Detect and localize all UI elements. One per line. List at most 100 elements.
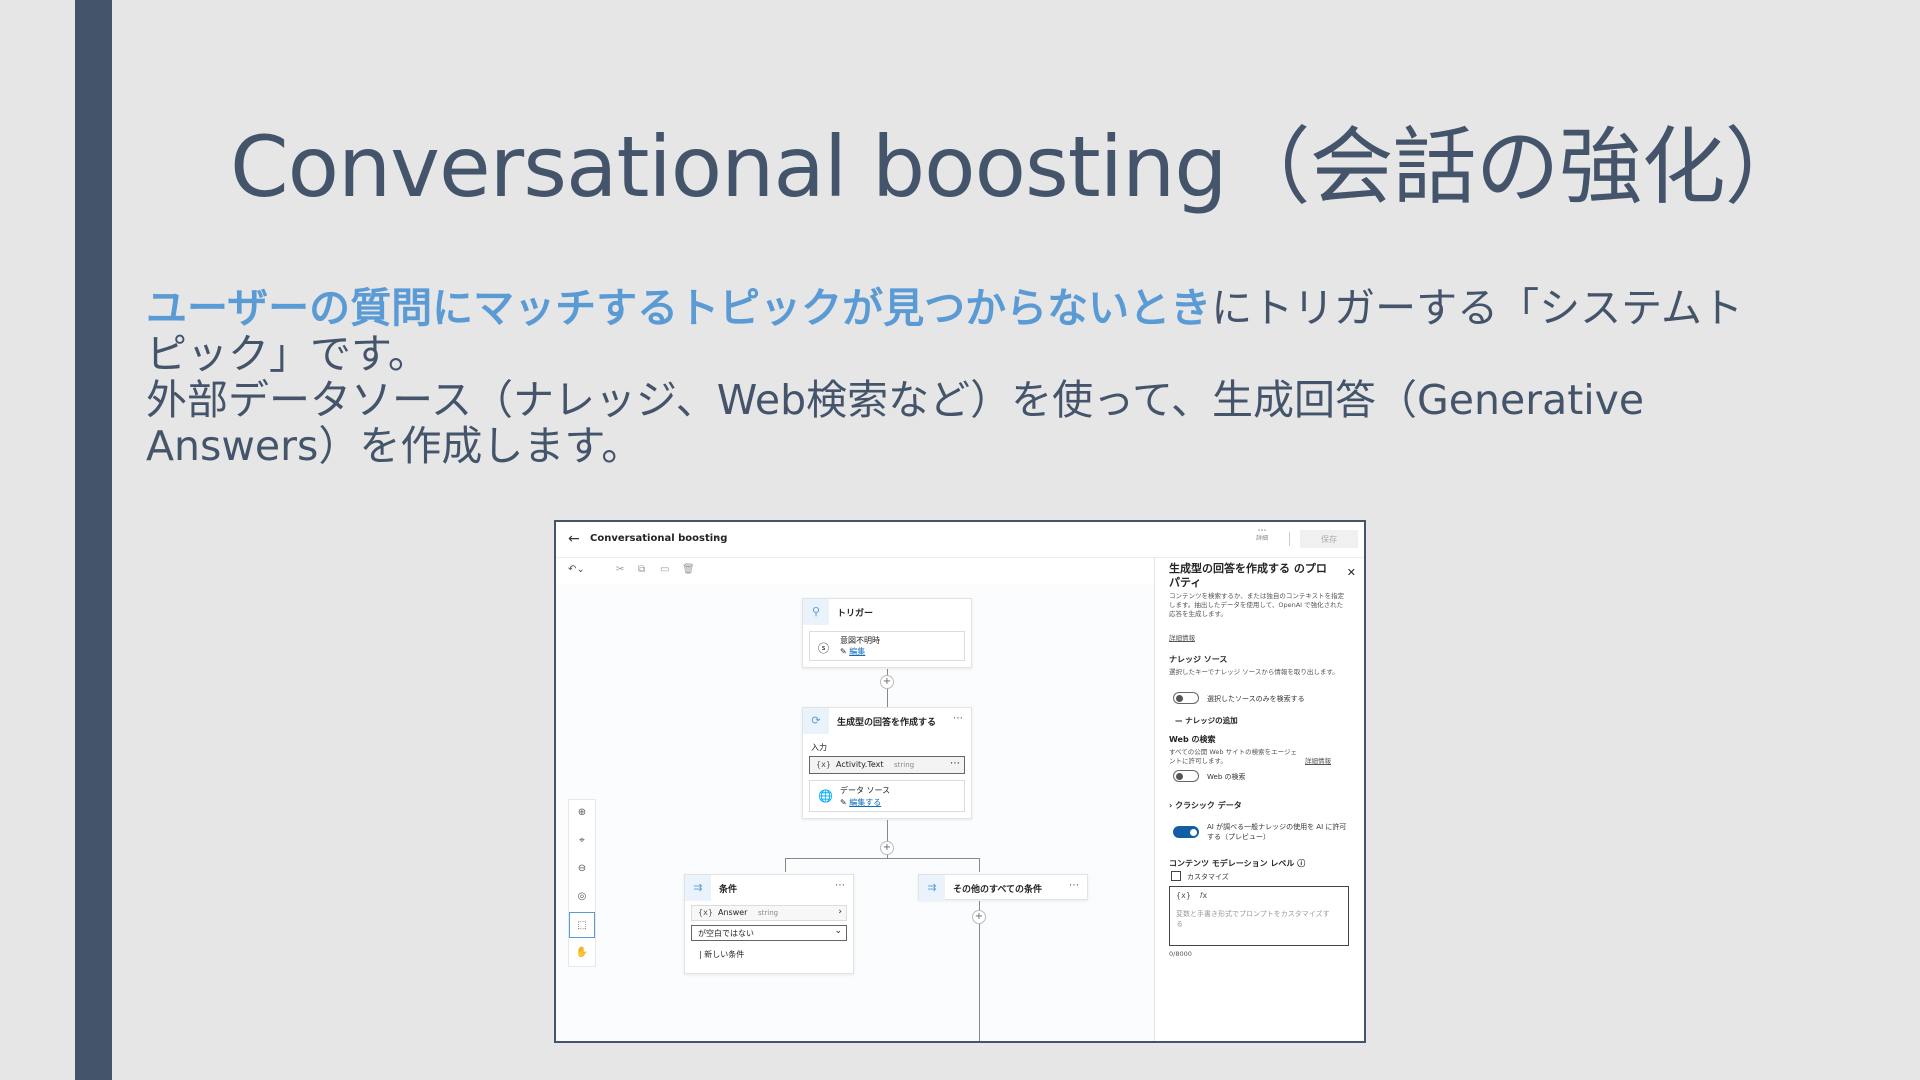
body-line-1: ユーザーの質問にマッチするトピックが見つからないときにトリガーする「システムトピ… <box>146 285 1746 377</box>
trigger-node[interactable]: ⚲ トリガー ⓢ 意図不明時 ✎ 編集 <box>802 598 972 668</box>
knowledge-only-toggle[interactable] <box>1173 692 1199 704</box>
trigger-node-header: ⚲ トリガー <box>803 599 971 625</box>
add-knowledge-button[interactable]: — ナレッジの追加 <box>1169 712 1259 730</box>
app-header: ← Conversational boosting ⌄ ⋯ 詳細 保存 <box>556 522 1364 558</box>
new-condition-button[interactable]: | 新しい条件 <box>699 949 744 960</box>
more-options-button[interactable]: ⋯ 詳細 <box>1256 527 1268 543</box>
input-var-name: Activity.Text <box>836 760 884 769</box>
trigger-icon: ⚲ <box>803 599 829 625</box>
trigger-node-title: トリガー <box>837 609 874 619</box>
select-tool-icon[interactable]: ⬚ <box>569 912 595 938</box>
custom-prompt-box[interactable]: {x} 𝑓x 変数と手書き形式でプロンプトをカスタマイズする <box>1169 886 1349 946</box>
operator-value: が空白ではない <box>698 929 754 938</box>
condition-node-header: ⇉ 条件 ⋯ <box>685 875 853 901</box>
moderation-heading: コンテンツ モデレーション レベル ⓘ <box>1169 858 1305 869</box>
paste-icon[interactable]: ▭ <box>660 564 669 575</box>
other-node-header: ⇉ その他のすべての条件 ⋯ <box>919 875 1087 901</box>
web-search-description: すべての公開 Web サイトの検索をエージェントに許可します。 <box>1169 748 1297 765</box>
other-conditions-node[interactable]: ⇉ その他のすべての条件 ⋯ <box>918 874 1088 901</box>
chevron-right-icon: › <box>838 907 842 917</box>
classic-data-label: クラシック データ <box>1175 801 1242 810</box>
more-label: 詳細 <box>1255 535 1268 542</box>
save-button[interactable]: 保存 <box>1300 530 1358 548</box>
knowledge-description: 選択したキーでナレッジ ソースから情報を取り出します。 <box>1169 668 1339 676</box>
ai-toggle-label: AI が調べる一般ナレッジの使用を AI に許可する（プレビュー） <box>1207 823 1347 841</box>
variable-icon[interactable]: {x} <box>1176 891 1191 900</box>
variable-icon: {x} <box>698 908 713 917</box>
refresh-icon: ⟳ <box>803 708 829 734</box>
datasource-edit-text[interactable]: 編集する <box>849 798 881 807</box>
condition-icon: ⇉ <box>919 875 945 901</box>
pan-hand-icon[interactable]: ✋ <box>569 940 595 966</box>
trigger-item[interactable]: ⓢ 意図不明時 ✎ 編集 <box>809 631 965 661</box>
other-more-icon[interactable]: ⋯ <box>1069 880 1079 891</box>
condition-node[interactable]: ⇉ 条件 ⋯ {x} Answer string › が空白ではない ⌄ | 新… <box>684 874 854 974</box>
gen-node-title: 生成型の回答を作成する <box>837 718 937 728</box>
panel-title: 生成型の回答を作成する のプロパティ <box>1169 562 1327 589</box>
customize-label: カスタマイズ <box>1187 873 1229 881</box>
zoom-in-icon[interactable]: ⊕ <box>569 800 595 826</box>
knowledge-toggle-label: 選択したソースのみを検索する <box>1207 695 1305 703</box>
recenter-icon[interactable]: ⌖ <box>569 828 595 854</box>
zoom-out-icon[interactable]: ⊖ <box>569 856 595 882</box>
web-search-toggle[interactable] <box>1173 770 1199 782</box>
canvas-toolbar: ↶⌄ ✂ ⧉ ▭ 🗑 <box>556 558 1154 584</box>
branch-line-right <box>979 858 980 872</box>
cut-icon[interactable]: ✂ <box>616 564 624 575</box>
operator-select[interactable]: が空白ではない ⌄ <box>691 925 847 941</box>
copy-icon[interactable]: ⧉ <box>638 564 645 575</box>
datasource-edit[interactable]: ✎ 編集する <box>840 797 881 808</box>
other-node-title: その他のすべての条件 <box>953 885 1043 895</box>
condition-more-icon[interactable]: ⋯ <box>835 880 845 891</box>
close-icon[interactable]: ✕ <box>1347 566 1356 579</box>
gen-node-header: ⟳ 生成型の回答を作成する ⋯ <box>803 708 971 734</box>
details-link[interactable]: 詳細情報 <box>1169 634 1349 643</box>
web-details-link[interactable]: 詳細情報 <box>1305 757 1345 766</box>
customize-checkbox[interactable] <box>1171 871 1181 881</box>
slide-body: ユーザーの質問にマッチするトピックが見つからないときにトリガーする「システムトピ… <box>146 285 1746 469</box>
screenshot-frame: ← Conversational boosting ⌄ ⋯ 詳細 保存 ↶⌄ ✂ … <box>554 520 1366 1043</box>
input-variable-field[interactable]: {x} Activity.Text string ⋯ <box>809 756 965 774</box>
highlight-text: ユーザーの質問にマッチするトピックが見つからないとき <box>146 284 1212 332</box>
fit-view-icon[interactable]: ◎ <box>569 884 595 910</box>
unknown-intent-icon: ⓢ <box>818 642 829 655</box>
web-search-heading: Web の検索 <box>1169 735 1216 744</box>
trigger-item-label: 意図不明時 <box>840 636 880 645</box>
classic-data-expander[interactable]: › クラシック データ <box>1169 800 1242 811</box>
formula-icon[interactable]: 𝑓x <box>1200 891 1207 901</box>
condition-variable[interactable]: {x} Answer string › <box>691 905 847 921</box>
chevron-down-icon[interactable]: ⌄ <box>714 532 722 542</box>
panel-description: コンテンツを検索するか、または独自のコンテキストを指定します。抽出したデータを使… <box>1169 592 1345 618</box>
back-arrow-icon[interactable]: ← <box>568 531 580 547</box>
web-toggle-label: Web の検索 <box>1207 773 1246 781</box>
slide-accent-bar <box>75 0 112 1080</box>
undo-icon[interactable]: ↶⌄ <box>568 564 585 575</box>
knowledge-heading: ナレッジ ソース <box>1169 655 1228 664</box>
branch-line-left <box>785 858 786 872</box>
globe-icon: 🌐 <box>818 789 833 803</box>
zoom-controls: ⊕ ⌖ ⊖ ◎ ⬚ ✋ <box>568 799 596 967</box>
input-more-icon[interactable]: ⋯ <box>950 758 960 769</box>
add-node-button[interactable]: + <box>972 910 986 924</box>
trigger-edit-link[interactable]: ✎ 編集 <box>840 646 865 657</box>
info-icon[interactable]: ⓘ <box>1297 859 1305 868</box>
datasource-item[interactable]: 🌐 データ ソース ✎ 編集する <box>809 780 965 812</box>
body-line-2: 外部データソース（ナレッジ、Web検索など）を使って、生成回答（Generati… <box>146 376 1645 470</box>
add-node-button[interactable]: + <box>880 841 894 855</box>
char-count: 0/8000 <box>1169 950 1192 958</box>
chevron-down-icon: ⌄ <box>834 926 842 936</box>
prompt-placeholder: 変数と手書き形式でプロンプトをカスタマイズする <box>1176 910 1330 928</box>
new-condition-label[interactable]: 新しい条件 <box>704 950 744 959</box>
delete-icon[interactable]: 🗑 <box>682 564 695 575</box>
trigger-edit-text[interactable]: 編集 <box>849 647 865 656</box>
authoring-canvas[interactable]: ⚲ トリガー ⓢ 意図不明時 ✎ 編集 + ⟳ 生成型の回答を作成する ⋯ 入力… <box>556 584 1154 1041</box>
datasource-label: データ ソース <box>840 786 891 795</box>
moderation-label: コンテンツ モデレーション レベル <box>1169 859 1295 868</box>
gen-node-more-icon[interactable]: ⋯ <box>953 713 963 724</box>
add-node-button[interactable]: + <box>880 675 894 689</box>
condition-icon: ⇉ <box>685 875 711 901</box>
generative-answers-node[interactable]: ⟳ 生成型の回答を作成する ⋯ 入力 {x} Activity.Text str… <box>802 707 972 819</box>
condition-var-type: string <box>758 909 779 917</box>
add-knowledge-label: ナレッジの追加 <box>1185 716 1238 725</box>
ai-general-knowledge-toggle[interactable] <box>1173 826 1199 838</box>
